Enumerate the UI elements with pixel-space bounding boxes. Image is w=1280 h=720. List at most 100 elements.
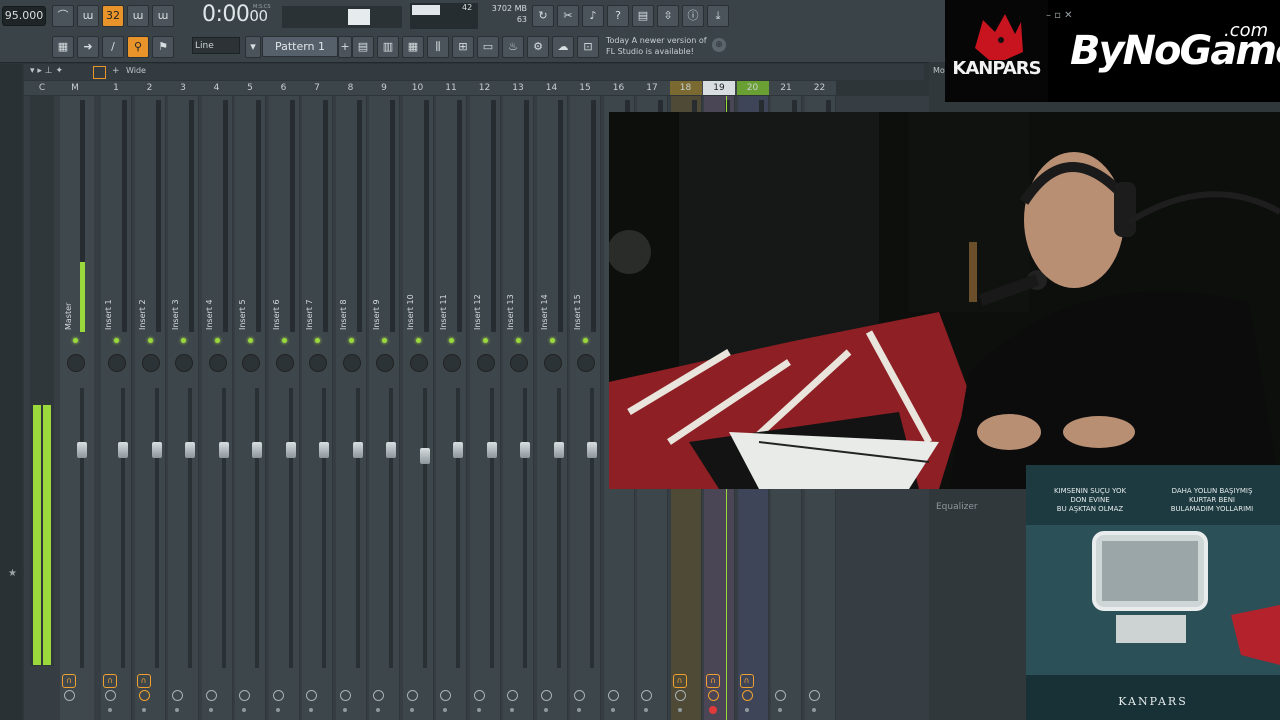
master-fader[interactable] [77, 442, 87, 458]
insert-strip-11[interactable] [436, 96, 467, 720]
track-number-12[interactable]: 12 [469, 81, 501, 95]
track-number-22[interactable]: 22 [804, 81, 836, 95]
insert-strip-1[interactable] [101, 96, 132, 720]
route-icon-18[interactable]: ∩ [672, 674, 687, 688]
track-number-17[interactable]: 17 [636, 81, 668, 95]
output-dot-15[interactable] [577, 708, 581, 712]
mixer-view-icon[interactable] [93, 66, 106, 79]
insert-fader-10[interactable] [419, 448, 430, 464]
metronome-icon[interactable]: ⌒ [52, 5, 74, 27]
insert-led-5[interactable] [248, 338, 253, 343]
cut-icon[interactable]: ✂ [557, 5, 579, 27]
arrow-icon[interactable]: ➜ [77, 36, 99, 58]
pattern-selector[interactable]: Pattern 1 [262, 36, 338, 57]
insert-pan-knob-15[interactable] [577, 354, 595, 372]
output-dot-16[interactable] [610, 708, 615, 712]
insert-fader-3[interactable] [185, 442, 195, 458]
microphone-icon[interactable]: ♪ [582, 5, 604, 27]
send-icon-9[interactable] [373, 690, 384, 701]
insert-pan-knob-4[interactable] [208, 354, 227, 372]
window-controls[interactable]: – ▫ ✕ [1046, 10, 1073, 21]
insert-fader-9[interactable] [386, 442, 396, 458]
master-track-label[interactable]: M [59, 81, 91, 95]
output-dot-8[interactable] [342, 708, 347, 712]
route-icon-20[interactable]: ∩ [739, 674, 754, 688]
insert-pan-knob-11[interactable] [443, 354, 461, 372]
route-icon-2[interactable]: ∩ [136, 674, 151, 688]
insert-fader-11[interactable] [453, 442, 463, 458]
insert-led-6[interactable] [281, 338, 287, 343]
add-pattern-icon[interactable]: + [338, 36, 352, 58]
output-dot-5[interactable] [242, 708, 246, 712]
link-icon[interactable]: ⚲ [127, 36, 149, 58]
output-dot-13[interactable] [510, 708, 514, 712]
send-icon-12[interactable] [473, 690, 485, 701]
insert-led-2[interactable] [147, 338, 153, 343]
insert-strip-10[interactable] [402, 96, 434, 720]
output-dot-11[interactable] [443, 708, 447, 712]
loop-record-icon[interactable]: ɯ [152, 5, 174, 27]
undo-icon[interactable]: ↻ [532, 5, 554, 27]
send-icon-6[interactable] [272, 690, 284, 701]
send-icon-19[interactable] [708, 690, 719, 701]
insert-led-7[interactable] [315, 338, 320, 343]
export-icon[interactable]: ⤓ [707, 5, 729, 27]
output-dot-21[interactable] [778, 708, 782, 712]
insert-pan-knob-10[interactable] [409, 354, 428, 372]
mixer-icon[interactable]: ⫼ [427, 36, 449, 58]
stamp-icon[interactable]: ⚑ [152, 36, 174, 58]
insert-pan-knob-1[interactable] [108, 354, 126, 372]
track-number-11[interactable]: 11 [435, 81, 467, 95]
insert-led-15[interactable] [583, 338, 588, 343]
output-dot-6[interactable] [275, 708, 280, 712]
track-number-2[interactable]: 2 [134, 81, 166, 95]
insert-pan-knob-8[interactable] [342, 354, 361, 372]
master-strip[interactable] [60, 96, 94, 720]
output-dot-22[interactable] [811, 708, 816, 712]
insert-pan-knob-6[interactable] [275, 354, 294, 372]
add-track-icon[interactable]: + [112, 66, 120, 76]
insert-led-4[interactable] [214, 338, 220, 343]
insert-fader-5[interactable] [252, 442, 262, 458]
master-pan-knob[interactable] [67, 354, 85, 372]
track-number-9[interactable]: 9 [368, 81, 400, 95]
current-track-label[interactable]: C [26, 81, 58, 95]
insert-led-13[interactable] [516, 338, 521, 343]
track-number-4[interactable]: 4 [201, 81, 233, 95]
insert-fader-6[interactable] [285, 442, 296, 458]
send-icon-14[interactable] [540, 690, 552, 701]
insert-led-9[interactable] [382, 338, 387, 343]
plugin-icon[interactable]: ♨ [502, 36, 524, 58]
output-dot-12[interactable] [476, 708, 481, 712]
output-dot-17[interactable] [644, 708, 648, 712]
output-dot-3[interactable] [175, 708, 179, 712]
track-number-16[interactable]: 16 [603, 81, 635, 95]
track-number-13[interactable]: 13 [502, 81, 534, 95]
channel-rack-icon[interactable]: ⊞ [452, 36, 474, 58]
cloud-icon[interactable]: ☁ [552, 36, 574, 58]
output-dot-4[interactable] [208, 708, 213, 712]
countdown-button[interactable]: 32 [102, 5, 124, 27]
master-route-icon[interactable]: ∩ [62, 674, 76, 688]
insert-pan-knob-5[interactable] [242, 354, 260, 372]
insert-led-8[interactable] [348, 338, 354, 343]
insert-strip-4[interactable] [201, 96, 233, 720]
insert-pan-knob-14[interactable] [543, 354, 562, 372]
track-number-7[interactable]: 7 [301, 81, 333, 95]
send-icon-17[interactable] [641, 690, 652, 701]
insert-led-14[interactable] [549, 338, 555, 343]
piano-roll-icon[interactable]: ▦ [52, 36, 74, 58]
track-number-15[interactable]: 15 [569, 81, 601, 95]
insert-led-10[interactable] [415, 338, 421, 343]
track-number-8[interactable]: 8 [335, 81, 367, 95]
output-dot-10[interactable] [409, 708, 414, 712]
insert-fader-14[interactable] [553, 442, 564, 458]
insert-pan-knob-2[interactable] [141, 354, 160, 372]
send-icon-18[interactable] [674, 690, 686, 701]
browser-icon[interactable]: ▭ [477, 36, 499, 58]
step-edit-icon[interactable]: ɯ [127, 5, 149, 27]
insert-led-1[interactable] [114, 338, 119, 343]
track-number-3[interactable]: 3 [167, 81, 199, 95]
insert-fader-4[interactable] [218, 442, 229, 458]
send-icon-8[interactable] [339, 690, 351, 701]
